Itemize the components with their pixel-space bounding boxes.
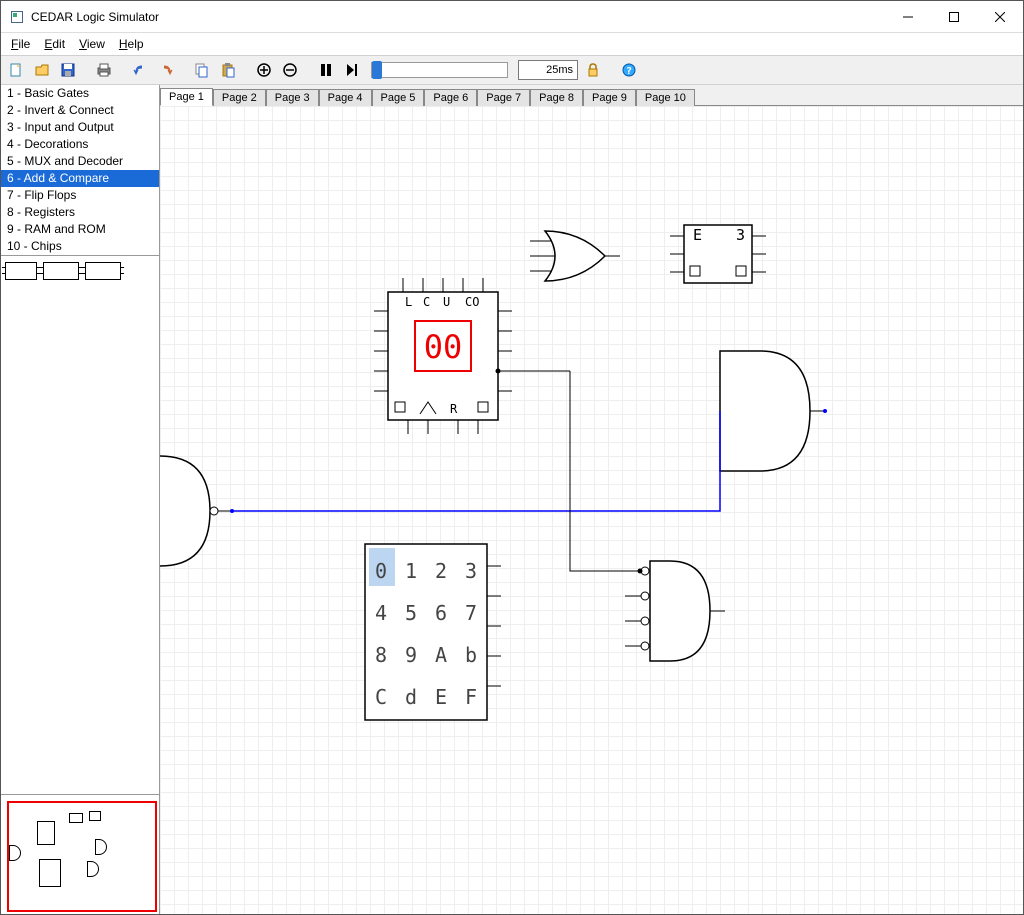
minimize-button[interactable] [885,1,931,32]
slider-thumb[interactable] [372,61,382,79]
page-tab[interactable]: Page 7 [477,89,530,106]
zoom-out-button[interactable] [279,59,301,81]
svg-text:E: E [693,226,704,244]
canvas[interactable]: E 3 [160,106,1023,914]
svg-text:7: 7 [465,601,477,625]
and-gate-large[interactable] [720,351,827,471]
or-gate[interactable] [530,231,620,281]
minimap[interactable] [1,794,159,914]
paste-button[interactable] [217,59,239,81]
open-button[interactable] [31,59,53,81]
app-icon [9,9,25,25]
svg-text:b: b [465,643,477,667]
pause-button[interactable] [315,59,337,81]
category-item[interactable]: 3 - Input and Output [1,119,159,136]
page-tab[interactable]: Page 10 [636,89,695,106]
category-item[interactable]: 9 - RAM and ROM [1,221,159,238]
zoom-in-button[interactable] [253,59,275,81]
svg-text:R: R [450,402,458,416]
category-item[interactable]: 8 - Registers [1,204,159,221]
parts-palette [1,256,159,286]
window-title: CEDAR Logic Simulator [31,10,159,24]
toolbar: 25ms ? [1,55,1023,85]
svg-text:CO: CO [465,295,479,309]
category-item[interactable]: 7 - Flip Flops [1,187,159,204]
page-tab[interactable]: Page 9 [583,89,636,106]
maximize-button[interactable] [931,1,977,32]
save-button[interactable] [57,59,79,81]
new-button[interactable] [5,59,27,81]
undo-button[interactable] [129,59,151,81]
category-item[interactable]: 5 - MUX and Decoder [1,153,159,170]
help-button[interactable]: ? [618,59,640,81]
page-tab[interactable]: Page 1 [160,88,213,106]
svg-text:?: ? [626,66,632,77]
part-icon[interactable] [5,262,37,280]
svg-text:1: 1 [405,559,417,583]
sidebar: 1 - Basic Gates2 - Invert & Connect3 - I… [1,85,160,914]
category-list: 1 - Basic Gates2 - Invert & Connect3 - I… [1,85,159,256]
menubar: File Edit View Help [1,33,1023,55]
svg-text:5: 5 [405,601,417,625]
close-button[interactable] [977,1,1023,32]
lock-button[interactable] [582,59,604,81]
svg-text:00: 00 [424,328,463,366]
hex-keypad[interactable]: 0123 4567 89Ab CdEF [365,544,501,720]
svg-text:U: U [443,295,450,309]
part-icon[interactable] [85,262,121,280]
page-tab[interactable]: Page 3 [266,89,319,106]
page-tab[interactable]: Page 5 [372,89,425,106]
copy-button[interactable] [191,59,213,81]
category-item[interactable]: 1 - Basic Gates [1,85,159,102]
svg-text:4: 4 [375,601,387,625]
svg-text:2: 2 [435,559,447,583]
main-area: Page 1Page 2Page 3Page 4Page 5Page 6Page… [160,85,1023,914]
speed-slider[interactable] [371,62,508,78]
page-tab[interactable]: Page 4 [319,89,372,106]
step-button[interactable] [341,59,363,81]
titlebar: CEDAR Logic Simulator [1,1,1023,33]
category-item[interactable]: 10 - Chips [1,238,159,255]
svg-text:6: 6 [435,601,447,625]
print-button[interactable] [93,59,115,81]
app-window: CEDAR Logic Simulator File Edit View Hel… [0,0,1024,915]
svg-text:L: L [405,295,412,309]
body: 1 - Basic Gates2 - Invert & Connect3 - I… [1,85,1023,914]
svg-text:d: d [405,685,417,709]
page-tabs: Page 1Page 2Page 3Page 4Page 5Page 6Page… [160,85,1023,106]
chip-component[interactable]: E 3 [670,225,766,283]
svg-text:C: C [423,295,430,309]
menu-help[interactable]: Help [113,35,150,53]
menu-edit[interactable]: Edit [38,35,71,53]
menu-view[interactable]: View [73,35,111,53]
menu-file[interactable]: File [5,35,36,53]
svg-text:3: 3 [736,226,747,244]
svg-text:3: 3 [465,559,477,583]
svg-text:A: A [435,643,447,667]
speed-value: 25ms [518,60,578,80]
svg-text:E: E [435,685,447,709]
page-tab[interactable]: Page 8 [530,89,583,106]
category-item[interactable]: 6 - Add & Compare [1,170,159,187]
schematic: E 3 [160,106,1023,914]
svg-text:C: C [375,685,387,709]
nand-gate[interactable] [625,561,725,661]
svg-text:9: 9 [405,643,417,667]
category-item[interactable]: 2 - Invert & Connect [1,102,159,119]
part-icon[interactable] [43,262,79,280]
category-item[interactable]: 4 - Decorations [1,136,159,153]
page-tab[interactable]: Page 2 [213,89,266,106]
page-tab[interactable]: Page 6 [424,89,477,106]
counter-chip[interactable]: L C U CO R 00 [374,278,512,434]
partial-gate-left[interactable] [160,456,232,566]
svg-text:0: 0 [375,559,387,583]
redo-button[interactable] [155,59,177,81]
svg-text:8: 8 [375,643,387,667]
svg-text:F: F [465,685,477,709]
